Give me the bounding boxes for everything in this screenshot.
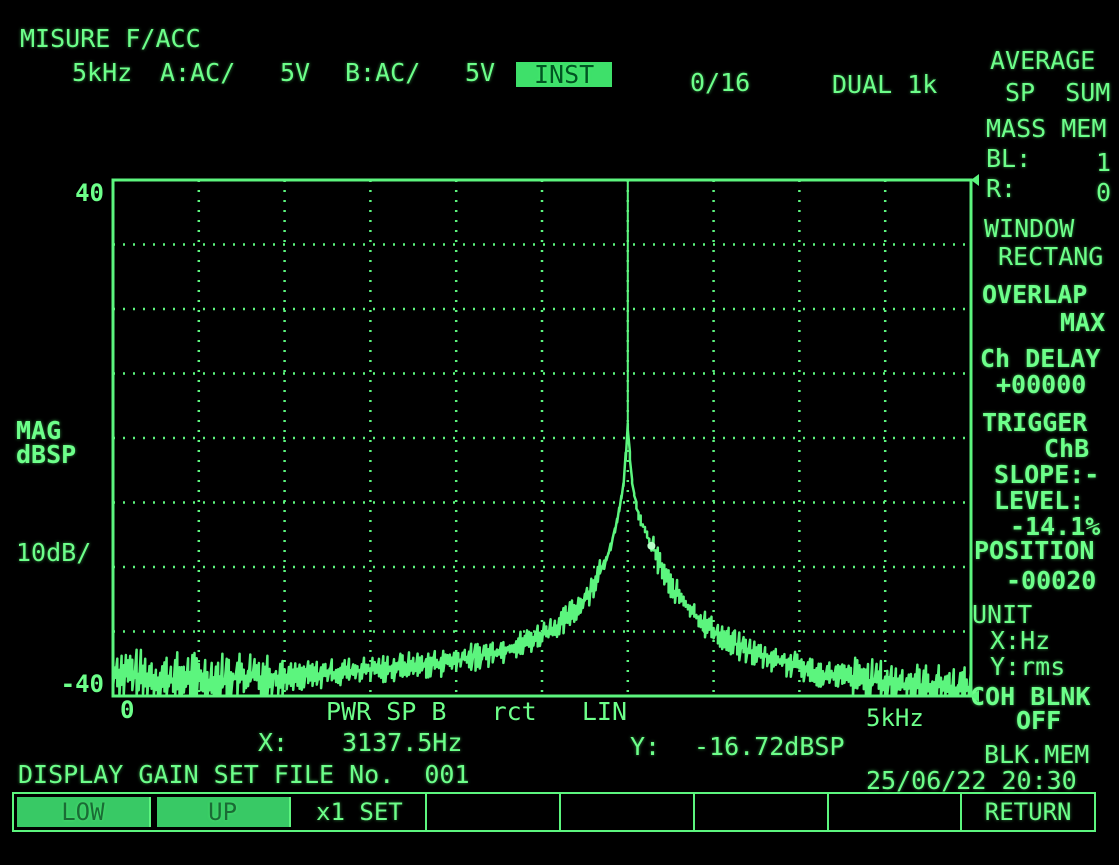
spectrum-chart: 40 -40 0 5kHz PWR SP B rct LIN bbox=[61, 174, 979, 732]
cursor-x-label: X: bbox=[258, 728, 289, 757]
softkey-bar: LOW UP x1 SET RETURN bbox=[12, 792, 1096, 832]
cursor-marker bbox=[647, 541, 656, 550]
trace-description: PWR SP B rct LIN bbox=[326, 697, 627, 726]
softkey-up[interactable]: UP bbox=[156, 797, 291, 827]
softkey-4[interactable] bbox=[427, 794, 561, 830]
date-time: 25/06/22 20:30 bbox=[866, 766, 1077, 795]
softkey-low[interactable]: LOW bbox=[17, 797, 151, 827]
status-message: DISPLAY GAIN SET FILE No. 001 bbox=[18, 760, 470, 789]
softkey-5[interactable] bbox=[561, 794, 695, 830]
softkey-return[interactable]: RETURN bbox=[962, 794, 1094, 830]
x-tick-right: 5kHz bbox=[866, 704, 924, 732]
y-tick-bottom: -40 bbox=[61, 670, 104, 698]
x-tick-left: 0 bbox=[120, 696, 134, 724]
plot-grid bbox=[113, 180, 971, 696]
softkey-6[interactable] bbox=[695, 794, 829, 830]
spectrum-trace bbox=[111, 422, 973, 698]
y-tick-top: 40 bbox=[75, 179, 104, 207]
softkey-x1-set[interactable]: x1 SET bbox=[294, 794, 428, 830]
cursor-x-value: 3137.5Hz bbox=[342, 728, 463, 757]
cursor-y-label: Y: bbox=[630, 732, 661, 761]
softkey-7[interactable] bbox=[829, 794, 963, 830]
plot-frame bbox=[111, 178, 973, 698]
cursor-y-value: -16.72dBSP bbox=[694, 732, 845, 761]
